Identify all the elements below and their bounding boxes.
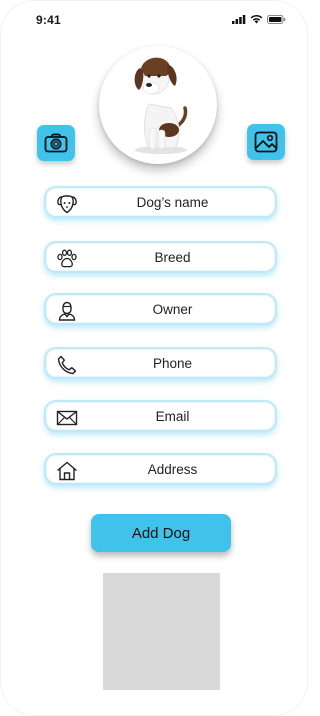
email-field[interactable]: Email	[44, 400, 277, 432]
image-gallery-icon	[254, 131, 278, 153]
battery-icon	[267, 14, 286, 24]
camera-icon	[44, 133, 68, 153]
breed-field[interactable]: Breed	[44, 241, 277, 273]
cellular-signal-icon	[232, 14, 246, 24]
dog-avatar[interactable]	[99, 46, 217, 164]
phone-label: Phone	[152, 355, 193, 371]
breed-label: Breed	[154, 249, 191, 265]
dog-name-field[interactable]: Dog’s name	[44, 186, 277, 218]
dog-illustration	[134, 57, 188, 154]
owner-field[interactable]: Owner	[44, 293, 277, 325]
address-label: Address	[147, 461, 198, 477]
add-dog-button[interactable]: Add Dog	[91, 514, 231, 552]
address-field[interactable]: Address	[44, 453, 277, 485]
camera-button[interactable]	[37, 125, 75, 161]
email-label: Email	[155, 408, 190, 424]
status-time: 9:41	[36, 13, 61, 27]
phone-frame: 9:41 Dog’s name Breed Owner Phone Email …	[0, 0, 308, 716]
owner-label: Owner	[152, 301, 193, 317]
gallery-button[interactable]	[247, 124, 285, 160]
phone-field[interactable]: Phone	[44, 347, 277, 379]
status-icons	[232, 14, 286, 24]
dog-name-label: Dog’s name	[136, 194, 209, 210]
image-placeholder	[103, 573, 220, 690]
wifi-icon	[250, 14, 263, 24]
